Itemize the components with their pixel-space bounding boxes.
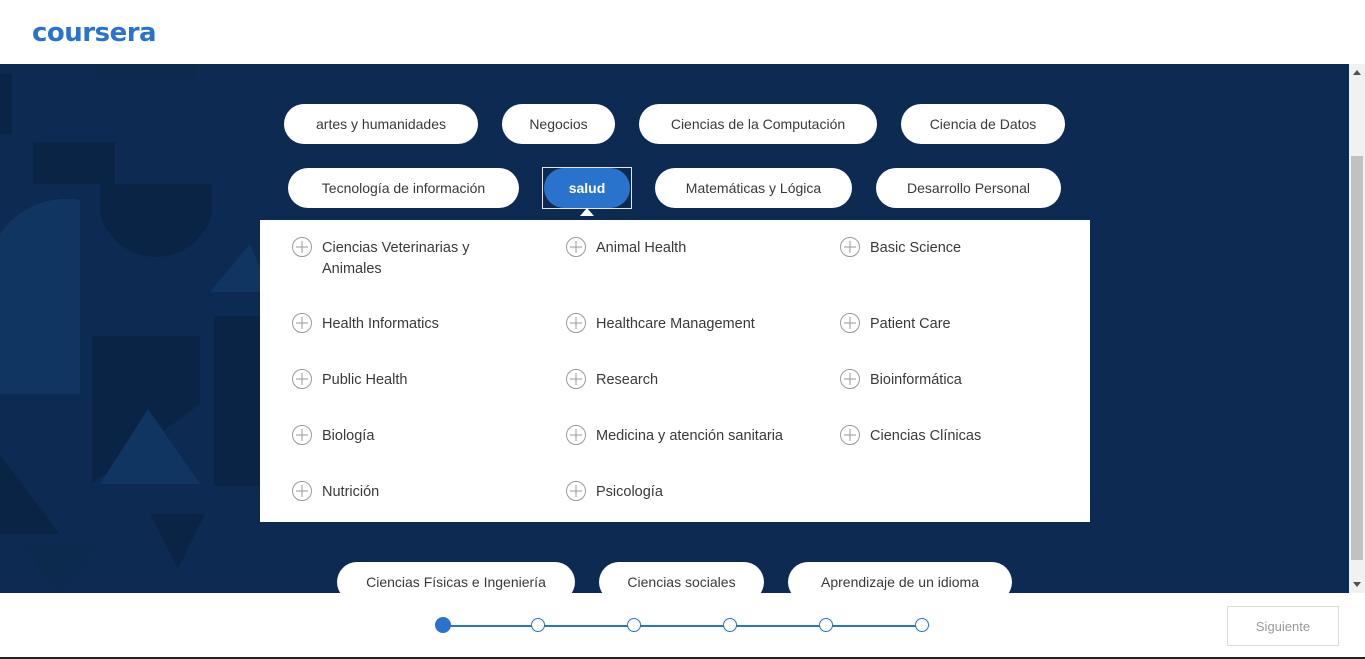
plus-circle-icon — [840, 313, 860, 333]
topic-tecnologia-informacion[interactable]: Tecnología de información — [288, 168, 519, 208]
subtopic-label: Bioinformática — [870, 372, 962, 388]
step-dot-3 — [627, 618, 641, 632]
plus-circle-icon — [566, 369, 586, 389]
plus-circle-icon — [840, 237, 860, 257]
subtopic-label: Animal Health — [596, 240, 687, 256]
step-dot-5 — [819, 618, 833, 632]
page-title-partial: ​ — [285, 64, 735, 70]
subtopic-label: Research — [596, 372, 659, 388]
topic-negocios[interactable]: Negocios — [502, 104, 615, 144]
plus-circle-icon — [292, 481, 312, 501]
topic-matematicas-logica[interactable]: Matemáticas y Lógica — [655, 168, 852, 208]
subtopic-label: Ciencias Clínicas — [870, 428, 982, 444]
subtopic-label: Ciencias Veterinarias y Animales — [322, 240, 470, 277]
subtopic-item[interactable]: Bioinformática — [840, 369, 1090, 391]
subtopic-item[interactable]: Patient Care — [840, 313, 1090, 335]
subtopic-label: Public Health — [322, 372, 408, 388]
subtopic-item[interactable]: Psicología — [566, 481, 816, 503]
step-dot-2 — [531, 618, 545, 632]
topic-ciencias-fisicas-ingenieria[interactable]: Ciencias Físicas e Ingeniería — [337, 562, 575, 593]
topic-selection-area: ​ artes y humanidades Negocios Ciencias … — [0, 64, 1349, 593]
subtopic-item[interactable]: Biología — [292, 425, 542, 447]
subtopic-label: Nutrición — [322, 484, 380, 500]
step-dot-6 — [915, 618, 929, 632]
scroll-down-arrow-icon[interactable] — [1353, 582, 1361, 587]
topic-ciencias-computacion[interactable]: Ciencias de la Computación — [639, 104, 877, 144]
subtopic-label: Basic Science — [870, 240, 962, 256]
subtopic-item[interactable]: Healthcare Management — [566, 313, 816, 335]
subtopic-item[interactable]: Medicina y atención sanitaria — [566, 425, 816, 447]
step-dot-1 — [435, 617, 451, 633]
background-decoration — [0, 64, 270, 593]
plus-circle-icon — [566, 237, 586, 257]
topic-aprendizaje-idioma[interactable]: Aprendizaje de un idioma — [788, 562, 1012, 593]
subtopic-label: Psicología — [596, 484, 663, 500]
subtopic-item[interactable]: Basic Science — [840, 237, 1090, 259]
scroll-up-arrow-icon[interactable] — [1353, 70, 1361, 75]
dropdown-caret — [580, 208, 594, 216]
topic-artes-y-humanidades[interactable]: artes y humanidades — [284, 104, 478, 144]
topic-desarrollo-personal[interactable]: Desarrollo Personal — [876, 168, 1061, 208]
step-dot-4 — [723, 618, 737, 632]
header: coursera — [0, 0, 1365, 64]
subtopic-label: Healthcare Management — [596, 316, 755, 332]
plus-circle-icon — [292, 237, 312, 257]
subtopic-label: Patient Care — [870, 316, 951, 332]
footer: Siguiente — [0, 593, 1365, 659]
subtopic-label: Health Informatics — [322, 316, 439, 332]
subtopic-item[interactable]: Nutrición — [292, 481, 542, 503]
coursera-logo[interactable]: coursera — [32, 18, 157, 48]
plus-circle-icon — [566, 313, 586, 333]
plus-circle-icon — [840, 425, 860, 445]
topic-ciencias-sociales[interactable]: Ciencias sociales — [599, 562, 764, 593]
next-button[interactable]: Siguiente — [1227, 606, 1339, 646]
plus-circle-icon — [292, 313, 312, 333]
subtopic-label: Biología — [322, 428, 375, 444]
stepper-line — [443, 625, 923, 627]
subtopic-item[interactable]: Ciencias Veterinarias y Animales — [292, 237, 542, 280]
topic-salud[interactable]: salud — [544, 168, 630, 208]
plus-circle-icon — [566, 481, 586, 501]
scrollbar-thumb[interactable] — [1351, 156, 1363, 560]
subtopic-item[interactable]: Public Health — [292, 369, 542, 391]
subtopics-panel: Ciencias Veterinarias y Animales Animal … — [260, 220, 1090, 522]
topic-ciencia-de-datos[interactable]: Ciencia de Datos — [901, 104, 1065, 144]
subtopic-label: Medicina y atención sanitaria — [596, 428, 783, 444]
subtopic-item[interactable]: Research — [566, 369, 816, 391]
plus-circle-icon — [840, 369, 860, 389]
subtopic-item[interactable]: Animal Health — [566, 237, 816, 259]
subtopic-item[interactable]: Ciencias Clínicas — [840, 425, 1090, 447]
plus-circle-icon — [292, 425, 312, 445]
plus-circle-icon — [292, 369, 312, 389]
progress-stepper — [435, 617, 935, 635]
subtopic-item[interactable]: Health Informatics — [292, 313, 542, 335]
plus-circle-icon — [566, 425, 586, 445]
vertical-scrollbar[interactable] — [1349, 64, 1365, 593]
